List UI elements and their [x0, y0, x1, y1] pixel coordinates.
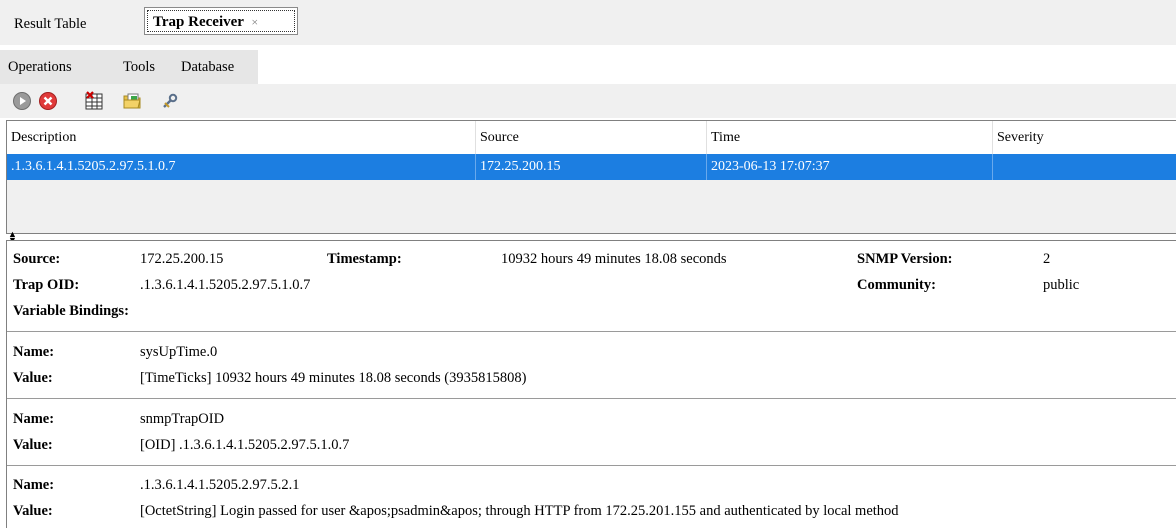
menu-database[interactable]: Database	[181, 50, 234, 84]
timestamp-label: Timestamp:	[327, 251, 402, 267]
table-header: Description Source Time Severity	[7, 121, 1176, 155]
trap-oid-value: .1.3.6.1.4.1.5205.2.97.5.1.0.7	[140, 277, 311, 293]
binding-name: snmpTrapOID	[140, 411, 225, 427]
tab-trap-receiver-label: Trap Receiver	[153, 14, 244, 30]
menu-tools[interactable]: Tools	[123, 50, 155, 84]
stop-icon[interactable]	[38, 91, 58, 111]
binding-value: [OID] .1.3.6.1.4.1.5205.2.97.5.1.0.7	[140, 437, 350, 453]
column-header-time[interactable]: Time	[707, 121, 993, 154]
binding-name-label: Name:	[13, 477, 55, 493]
column-header-severity[interactable]: Severity	[993, 121, 1176, 154]
settings-wrench-icon[interactable]	[160, 91, 180, 111]
trap-detail-panel: Source: 172.25.200.15 Timestamp: 10932 h…	[6, 240, 1176, 528]
binding-value: [TimeTicks] 10932 hours 49 minutes 18.08…	[140, 370, 527, 386]
trap-table: Description Source Time Severity .1.3.6.…	[6, 120, 1176, 234]
binding-name: .1.3.6.1.4.1.5205.2.97.5.2.1	[140, 477, 300, 493]
tab-close-icon[interactable]: ×	[251, 15, 258, 29]
binding-name-label: Name:	[13, 411, 55, 427]
tab-trap-receiver[interactable]: Trap Receiver ×	[144, 7, 298, 35]
menu-operations[interactable]: Operations	[8, 50, 72, 84]
table-empty-area	[7, 180, 1176, 233]
community-label: Community:	[857, 277, 936, 293]
tab-strip: Result Table Trap Receiver ×	[0, 0, 1176, 45]
source-value: 172.25.200.15	[140, 251, 224, 267]
binding-name: sysUpTime.0	[140, 344, 218, 360]
cell-description: .1.3.6.1.4.1.5205.2.97.5.1.0.7	[7, 154, 476, 180]
start-icon[interactable]	[12, 91, 32, 111]
trap-oid-label: Trap OID:	[13, 277, 80, 293]
cell-source: 172.25.200.15	[476, 154, 707, 180]
binding-value: [OctetString] Login passed for user &apo…	[140, 503, 899, 519]
snmp-version-label: SNMP Version:	[857, 251, 953, 267]
snmp-version-value: 2	[1043, 251, 1051, 267]
cell-time: 2023-06-13 17:07:37	[707, 154, 993, 180]
binding-value-label: Value:	[13, 503, 53, 519]
community-value: public	[1043, 277, 1080, 293]
toolbar	[0, 84, 1176, 118]
divider	[7, 398, 1176, 399]
source-label: Source:	[13, 251, 61, 267]
divider	[7, 465, 1176, 466]
tab-result-table[interactable]: Result Table	[14, 9, 86, 39]
clear-table-icon[interactable]	[84, 91, 104, 111]
column-header-description[interactable]: Description	[7, 121, 476, 154]
timestamp-value: 10932 hours 49 minutes 18.08 seconds	[501, 251, 727, 267]
open-folder-icon[interactable]	[122, 91, 142, 111]
binding-name-label: Name:	[13, 344, 55, 360]
divider	[7, 331, 1176, 332]
table-row[interactable]: .1.3.6.1.4.1.5205.2.97.5.1.0.7 172.25.20…	[7, 154, 1176, 180]
variable-bindings-label: Variable Bindings:	[13, 303, 129, 319]
binding-value-label: Value:	[13, 370, 53, 386]
menu-bar: Operations Tools Database	[0, 50, 258, 84]
cell-severity	[993, 154, 1176, 180]
binding-value-label: Value:	[13, 437, 53, 453]
column-header-source[interactable]: Source	[476, 121, 707, 154]
